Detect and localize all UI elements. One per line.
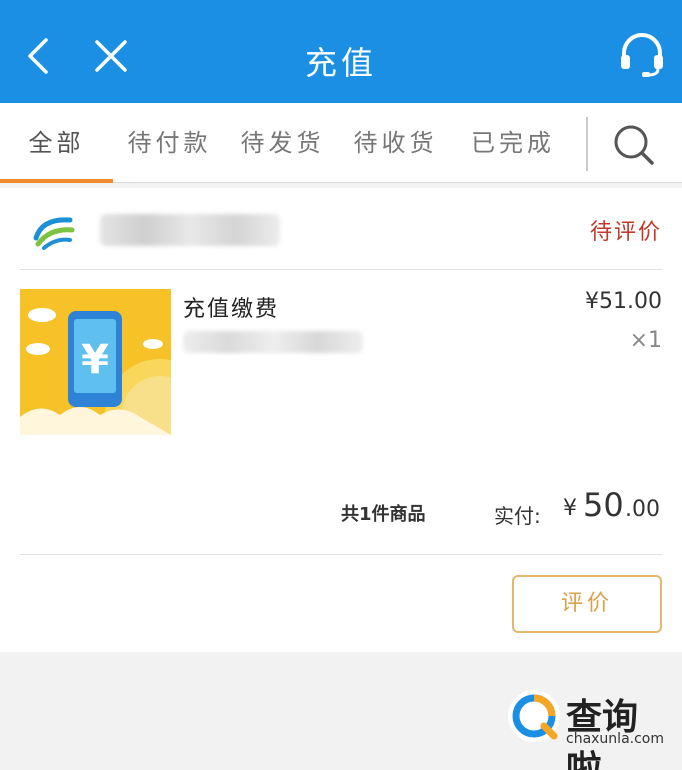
paid-label: 实付: <box>494 504 541 528</box>
tab-completed[interactable]: 已完成 <box>452 103 574 183</box>
paid-currency: ¥ <box>563 496 577 521</box>
tab-all[interactable]: 全部 <box>0 103 113 183</box>
item-count: 共1件商品 <box>341 504 426 525</box>
paid-amount-integer: 50 <box>583 486 624 524</box>
divider <box>20 269 662 270</box>
watermark-url: chaxunla.com <box>566 731 664 747</box>
divider <box>20 554 662 555</box>
watermark-logo-icon <box>508 690 560 742</box>
order-card[interactable]: 待评价 ¥ 充值缴费 ¥51.00 ×1 共1件商品 实付: ¥ 50 .00 … <box>0 188 682 652</box>
app-header: 充值 <box>0 0 682 103</box>
store-name-blurred <box>100 214 280 246</box>
order-status: 待评价 <box>589 220 662 245</box>
tab-pending-shipment[interactable]: 待发货 <box>226 103 339 183</box>
watermark-text: 查询啦 <box>566 697 639 770</box>
page-title: 充值 <box>304 44 377 82</box>
recharge-product-image: ¥ <box>20 289 171 435</box>
china-mobile-logo-icon <box>32 210 75 252</box>
order-tab-bar: 全部 待付款 待发货 待收货 已完成 <box>0 103 682 183</box>
search-icon[interactable] <box>612 123 656 167</box>
tab-pending-payment[interactable]: 待付款 <box>113 103 226 183</box>
product-detail-blurred <box>183 331 363 353</box>
tab-pending-receipt[interactable]: 待收货 <box>339 103 452 183</box>
product-name: 充值缴费 <box>183 297 280 322</box>
quantity: ×1 <box>629 328 662 353</box>
watermark: 查询啦 chaxunla.com <box>502 682 670 770</box>
unit-price: ¥51.00 <box>585 289 662 314</box>
rate-button[interactable]: 评价 <box>512 575 662 633</box>
active-tab-indicator <box>0 179 113 183</box>
paid-amount-decimal: .00 <box>625 497 660 522</box>
svg-text:¥: ¥ <box>81 337 109 383</box>
tab-divider <box>586 117 588 171</box>
headset-icon[interactable] <box>618 33 666 79</box>
